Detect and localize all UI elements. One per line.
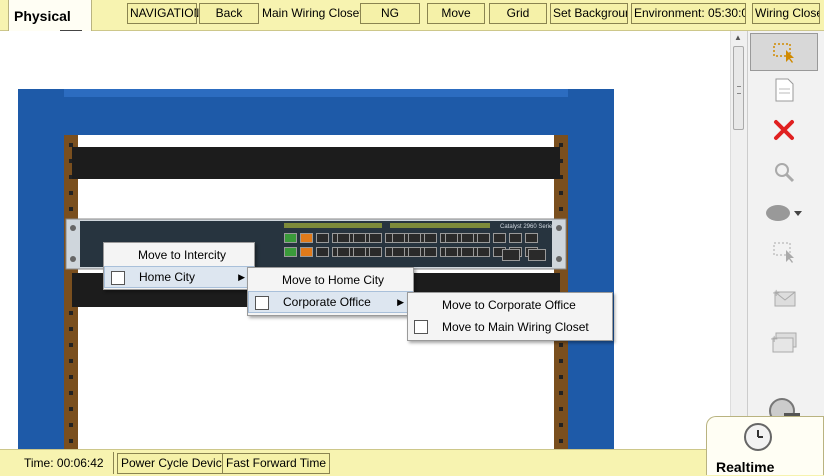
switch-port xyxy=(408,247,421,257)
building-icon xyxy=(111,271,125,285)
right-toolbar: + + xyxy=(747,31,824,449)
power-cycle-devices-button[interactable]: Power Cycle Devices xyxy=(117,453,239,474)
switch-port xyxy=(392,247,405,257)
wiring-closet-icon xyxy=(414,320,428,334)
inspect-icon[interactable] xyxy=(750,153,818,191)
new-cluster-button[interactable]: NG xyxy=(360,3,420,24)
switch-port xyxy=(300,247,313,257)
environment-button[interactable]: Environment: 05:30:00 xyxy=(631,3,746,24)
add-simple-pdu-icon[interactable]: + xyxy=(750,279,818,317)
resize-shape-icon[interactable] xyxy=(750,194,818,232)
top-toolbar: NAVIGATION: NAVIGATION: Back Main Wiring… xyxy=(0,0,824,31)
switch-port xyxy=(493,233,506,243)
scroll-up-icon[interactable]: ▲ xyxy=(734,33,742,42)
switch-port xyxy=(353,247,366,257)
switch-port xyxy=(477,247,490,257)
switch-uplink-port xyxy=(502,249,520,261)
context-menu-level1: Move to Intercity Home City ▶ xyxy=(103,242,255,290)
grid-button[interactable]: Grid xyxy=(489,3,547,24)
move-button[interactable]: Move xyxy=(427,3,485,24)
fast-forward-time-button[interactable]: Fast Forward Time xyxy=(222,453,331,474)
switch-port xyxy=(445,247,458,257)
clock-icon xyxy=(744,423,772,451)
switch-port xyxy=(337,247,350,257)
switch-port xyxy=(461,247,474,257)
current-location: Main Wiring Closet xyxy=(262,6,363,20)
switch-port xyxy=(445,233,458,243)
back-button[interactable]: Back xyxy=(199,3,259,24)
physical-tab-label: Physical xyxy=(14,8,71,24)
menu-item-move-to-main-wiring-closet[interactable]: Move to Main Wiring Closet xyxy=(408,316,612,338)
switch-port xyxy=(337,233,350,243)
menu-item-move-to-home-city[interactable]: Move to Home City xyxy=(248,269,413,291)
set-background-button[interactable]: Set Background xyxy=(550,3,628,24)
switch-port xyxy=(509,233,522,243)
switch-port xyxy=(424,233,437,243)
physical-workspace[interactable]: Catalyst 2960 Series xyxy=(0,31,730,449)
svg-text:+: + xyxy=(772,288,780,299)
wiring-closet-button[interactable]: Wiring Closet xyxy=(752,3,820,24)
add-complex-pdu-icon[interactable]: + xyxy=(750,323,818,361)
submenu-arrow-icon: ▶ xyxy=(397,297,404,307)
menu-item-corporate-office[interactable]: Corporate Office ▶ xyxy=(248,291,413,313)
menu-item-home-city[interactable]: Home City ▶ xyxy=(104,266,254,288)
bottom-toolbar: Time: 00:06:42 Power Cycle Devices Fast … xyxy=(0,449,824,476)
switch-port xyxy=(461,233,474,243)
switch-port xyxy=(284,247,297,257)
switch-uplink-port xyxy=(528,249,546,261)
simulation-time: Time: 00:06:42 xyxy=(24,456,104,470)
switch-port xyxy=(424,247,437,257)
switch-port xyxy=(284,233,297,243)
switch-port xyxy=(316,247,329,257)
switch-port xyxy=(300,233,313,243)
menu-item-move-to-intercity[interactable]: Move to Intercity xyxy=(104,244,254,266)
submenu-arrow-icon: ▶ xyxy=(238,272,245,282)
select-tool-icon[interactable] xyxy=(750,33,818,71)
scrollbar-thumb[interactable] xyxy=(733,46,744,130)
realtime-tab-label: Realtime xyxy=(716,459,775,475)
menu-item-move-to-corporate-office[interactable]: Move to Corporate Office xyxy=(408,294,612,316)
switch-port xyxy=(369,233,382,243)
context-menu-level3: Move to Corporate Office Move to Main Wi… xyxy=(407,292,613,341)
switch-port xyxy=(408,233,421,243)
switch-model-label: Catalyst 2960 Series xyxy=(500,224,556,230)
switch-port xyxy=(392,233,405,243)
realtime-tab[interactable]: Realtime xyxy=(706,416,824,475)
context-menu-level2: Move to Home City Corporate Office ▶ xyxy=(247,267,414,316)
switch-port xyxy=(477,233,490,243)
svg-text:+: + xyxy=(770,334,778,345)
switch-port xyxy=(525,233,538,243)
note-icon[interactable] xyxy=(750,71,818,109)
switch-port xyxy=(369,247,382,257)
office-icon xyxy=(255,296,269,310)
switch-port xyxy=(316,233,329,243)
place-note-icon[interactable] xyxy=(750,233,818,271)
vertical-scrollbar[interactable]: ▲ xyxy=(730,31,747,449)
navigation-label-box: NAVIGATION: xyxy=(127,3,197,24)
delete-icon[interactable] xyxy=(750,111,818,149)
switch-port xyxy=(353,233,366,243)
